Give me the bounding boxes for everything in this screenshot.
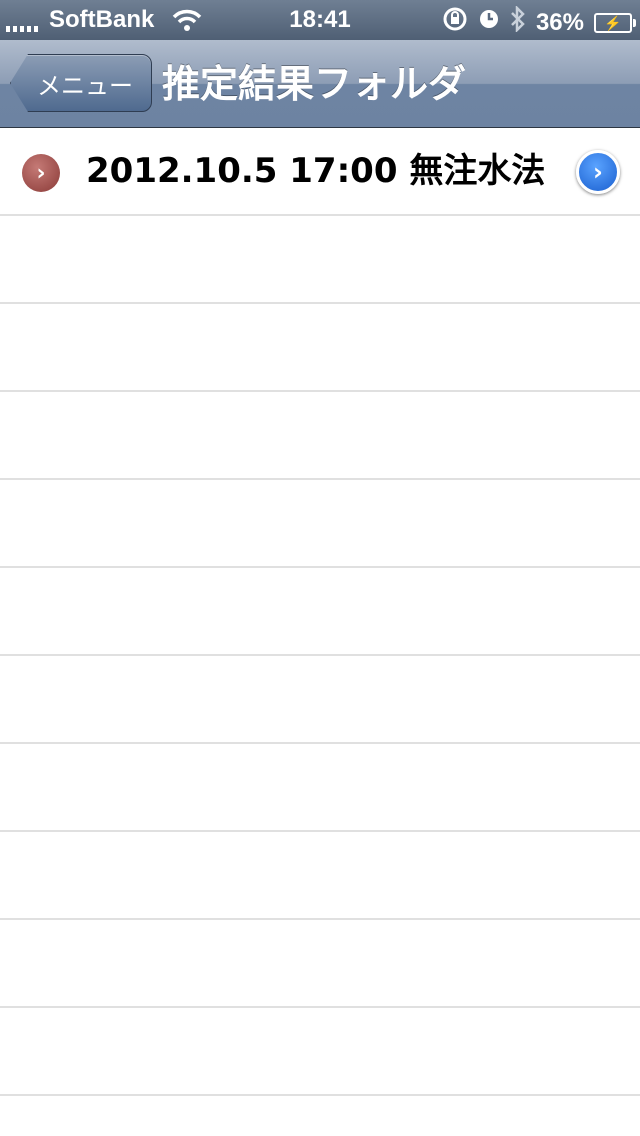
empty-row <box>0 304 640 392</box>
orientation-lock-icon <box>442 6 468 39</box>
detail-disclosure-icon[interactable]: › <box>576 150 620 194</box>
empty-row <box>0 656 640 744</box>
list-item-label: 2012.10.5 17:00 無注水法 <box>86 151 546 191</box>
alarm-icon <box>478 8 500 37</box>
bluetooth-icon <box>510 4 526 39</box>
navigation-bar: メニュー 推定結果フォルダ <box>0 40 640 128</box>
status-right: 36% ⚡ <box>432 4 636 39</box>
empty-row <box>0 480 640 568</box>
battery-icon: ⚡ <box>594 12 636 33</box>
status-bar: SoftBank 18:41 36% ⚡ <box>0 0 640 40</box>
empty-row <box>0 832 640 920</box>
arrow-right-icon: › <box>22 154 60 192</box>
battery-percent: 36% <box>535 8 584 36</box>
back-button-menu[interactable]: メニュー <box>10 54 152 112</box>
list-item[interactable]: › 2012.10.5 17:00 無注水法 › <box>0 128 640 216</box>
page-title: 推定結果フォルダ <box>162 62 467 106</box>
empty-row <box>0 744 640 832</box>
empty-row <box>0 920 640 1008</box>
folder-list: › 2012.10.5 17:00 無注水法 › <box>0 128 640 1096</box>
empty-row <box>0 392 640 480</box>
empty-row <box>0 1008 640 1096</box>
empty-row <box>0 216 640 304</box>
empty-row <box>0 568 640 656</box>
